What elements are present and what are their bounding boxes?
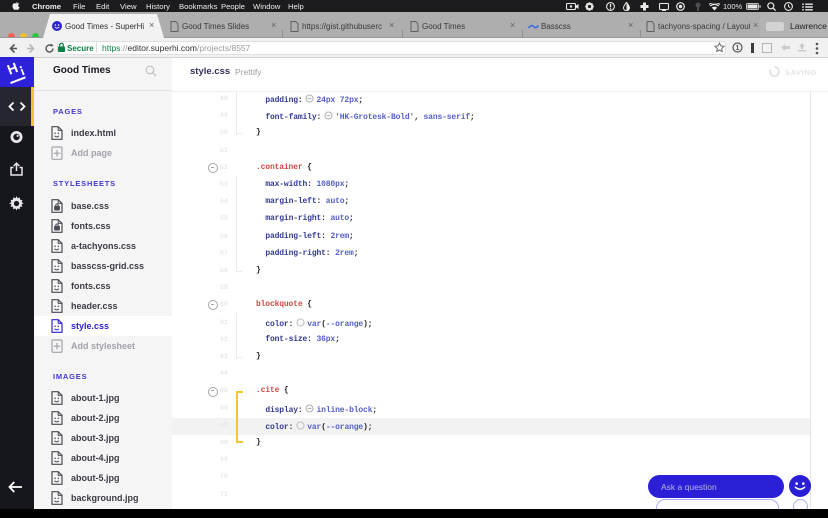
svg-text:1: 1 bbox=[736, 45, 740, 52]
